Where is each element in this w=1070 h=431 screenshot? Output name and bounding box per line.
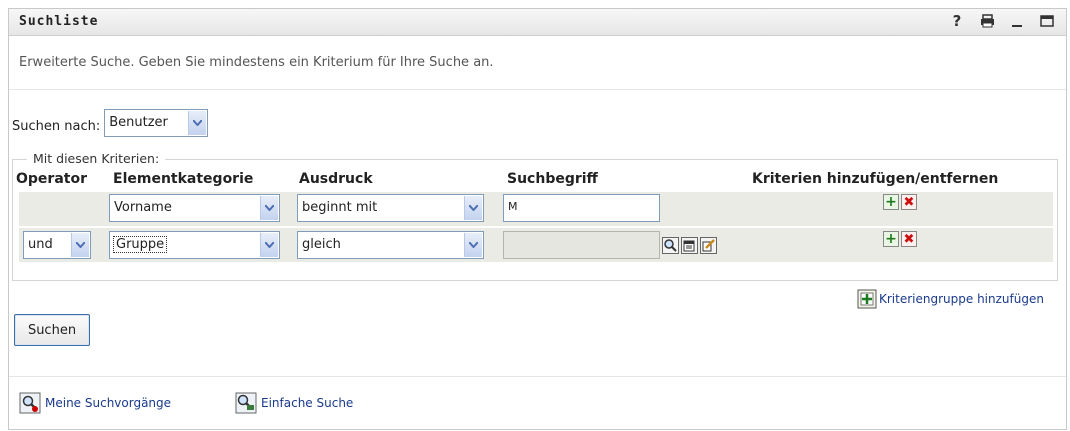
intro-text: Erweiterte Suche. Geben Sie mindestens e… [19, 55, 494, 70]
edit-icon[interactable] [699, 236, 717, 254]
expression-select[interactable]: gleich [297, 231, 484, 259]
remove-criterion-button[interactable]: ✖ [901, 194, 917, 210]
group-value-input[interactable] [503, 231, 660, 259]
add-criterion-button[interactable]: + [883, 231, 899, 247]
category-value: Vorname [114, 200, 172, 215]
category-select[interactable]: Vorname [109, 194, 280, 222]
expression-value: gleich [302, 237, 341, 252]
search-list-panel: Suchliste ? Erweiterte Suche. Geben Sie … [8, 8, 1067, 430]
simple-search-icon [235, 392, 257, 414]
add-group-icon [857, 289, 877, 309]
minimize-icon[interactable] [1008, 12, 1026, 30]
expression-select[interactable]: beginnt mit [297, 194, 484, 222]
add-criteria-group-link[interactable]: Kriteriengruppe hinzufügen [857, 289, 1044, 309]
panel-title: Suchliste [19, 14, 99, 29]
header-category: Elementkategorie [113, 171, 254, 187]
header-operator: Operator [16, 171, 87, 187]
criteria-legend: Mit diesen Kriterien: [27, 151, 166, 166]
maximize-icon[interactable] [1038, 12, 1056, 30]
search-term-input[interactable]: M [503, 194, 660, 222]
my-searches-icon [19, 392, 41, 414]
add-criterion-button[interactable]: + [883, 194, 899, 210]
print-icon[interactable] [978, 12, 996, 30]
chevron-down-icon [464, 196, 482, 220]
header-expression: Ausdruck [299, 171, 373, 187]
title-bar: Suchliste ? [9, 9, 1066, 36]
simple-search-label[interactable]: Einfache Suche [261, 396, 353, 410]
my-searches-label[interactable]: Meine Suchvorgänge [45, 396, 171, 410]
window-controls: ? [948, 12, 1056, 30]
remove-criterion-button[interactable]: ✖ [901, 231, 917, 247]
expression-value: beginnt mit [302, 200, 378, 215]
chevron-down-icon [464, 233, 482, 257]
header-addremove: Kriterien hinzufügen/entfernen [752, 171, 999, 187]
chevron-down-icon [188, 111, 207, 135]
chevron-down-icon [260, 233, 278, 257]
my-searches-link[interactable]: Meine Suchvorgänge [19, 392, 171, 414]
search-button[interactable]: Suchen [14, 314, 90, 346]
search-for-label: Suchen nach: [12, 118, 101, 134]
header-term: Suchbegriff [507, 171, 598, 187]
chevron-down-icon [260, 196, 278, 220]
operator-select[interactable]: und [23, 231, 91, 259]
category-value: Gruppe [112, 236, 168, 253]
simple-search-link[interactable]: Einfache Suche [235, 392, 353, 414]
add-group-label[interactable]: Kriteriengruppe hinzufügen [879, 292, 1044, 306]
search-icon[interactable] [661, 236, 679, 254]
chevron-down-icon [71, 233, 89, 257]
divider [9, 89, 1066, 90]
search-for-select[interactable]: Benutzer [104, 109, 209, 137]
divider [9, 376, 1066, 377]
help-icon[interactable]: ? [948, 12, 966, 30]
search-for-row: Suchen nach: Benutzer [12, 109, 209, 137]
operator-value: und [28, 237, 53, 252]
category-select[interactable]: Gruppe [109, 231, 280, 259]
history-icon[interactable] [680, 236, 698, 254]
search-for-value: Benutzer [109, 115, 168, 130]
